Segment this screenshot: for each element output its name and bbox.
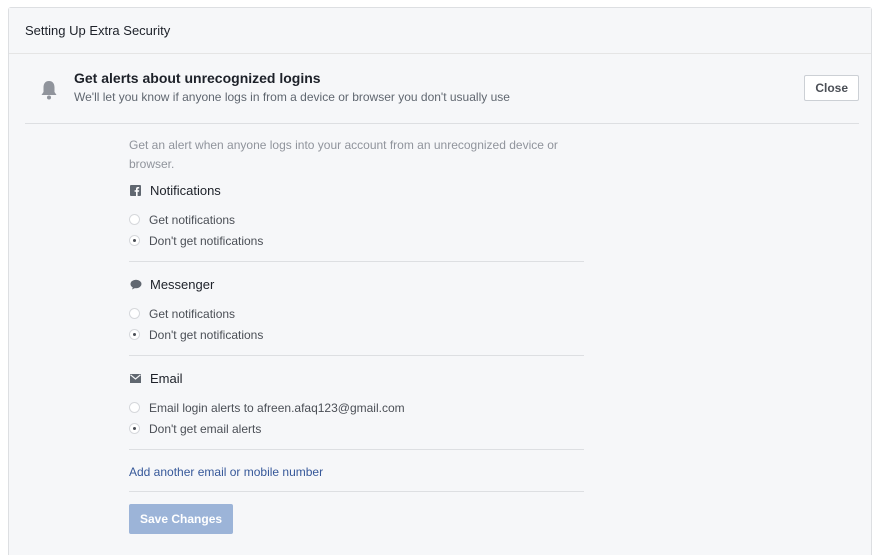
facebook-icon [129, 184, 142, 197]
panel-title: Setting Up Extra Security [25, 23, 171, 38]
messenger-group: Messenger Get notifications Don't get no… [129, 274, 584, 345]
divider [129, 261, 584, 262]
add-contact-link[interactable]: Add another email or mobile number [129, 465, 323, 479]
close-button[interactable]: Close [804, 75, 859, 101]
option-label: Don't get notifications [149, 327, 264, 342]
radio-button[interactable] [129, 308, 140, 319]
envelope-icon [129, 372, 142, 385]
email-group: Email Email login alerts to afreen.afaq1… [129, 368, 584, 439]
divider [129, 449, 584, 450]
alert-settings: Get an alert when anyone logs into your … [129, 130, 584, 534]
notifications-get-option[interactable]: Get notifications [129, 209, 584, 230]
radio-button[interactable] [129, 402, 140, 413]
divider [129, 355, 584, 356]
divider [129, 491, 584, 492]
notifications-group: Notifications Get notifications Don't ge… [129, 180, 584, 251]
radio-button[interactable] [129, 235, 140, 246]
option-label: Email login alerts to afreen.afaq123@gma… [149, 400, 405, 415]
messenger-dont-get-option[interactable]: Don't get notifications [129, 324, 584, 345]
group-title: Email [150, 370, 183, 386]
security-panel: Setting Up Extra Security Get alerts abo… [8, 7, 872, 555]
email-dont-get-option[interactable]: Don't get email alerts [129, 418, 584, 439]
group-title: Notifications [150, 182, 221, 198]
option-label: Don't get notifications [149, 233, 264, 248]
option-label: Don't get email alerts [149, 421, 262, 436]
radio-button[interactable] [129, 423, 140, 434]
login-alerts-header: Get alerts about unrecognized logins We'… [25, 68, 859, 124]
notifications-dont-get-option[interactable]: Don't get notifications [129, 230, 584, 251]
option-label: Get notifications [149, 306, 236, 321]
radio-button[interactable] [129, 214, 140, 225]
messenger-get-option[interactable]: Get notifications [129, 303, 584, 324]
section-title: Get alerts about unrecognized logins [74, 70, 321, 86]
group-title: Messenger [150, 276, 215, 292]
panel-header: Setting Up Extra Security [9, 8, 871, 54]
chat-bubble-icon [129, 278, 142, 291]
bell-icon [39, 79, 59, 101]
radio-button[interactable] [129, 329, 140, 340]
intro-text: Get an alert when anyone logs into your … [129, 138, 558, 171]
section-subtitle: We'll let you know if anyone logs in fro… [74, 90, 510, 104]
email-alerts-option[interactable]: Email login alerts to afreen.afaq123@gma… [129, 397, 584, 418]
option-label: Get notifications [149, 212, 236, 227]
save-changes-button[interactable]: Save Changes [129, 504, 234, 534]
